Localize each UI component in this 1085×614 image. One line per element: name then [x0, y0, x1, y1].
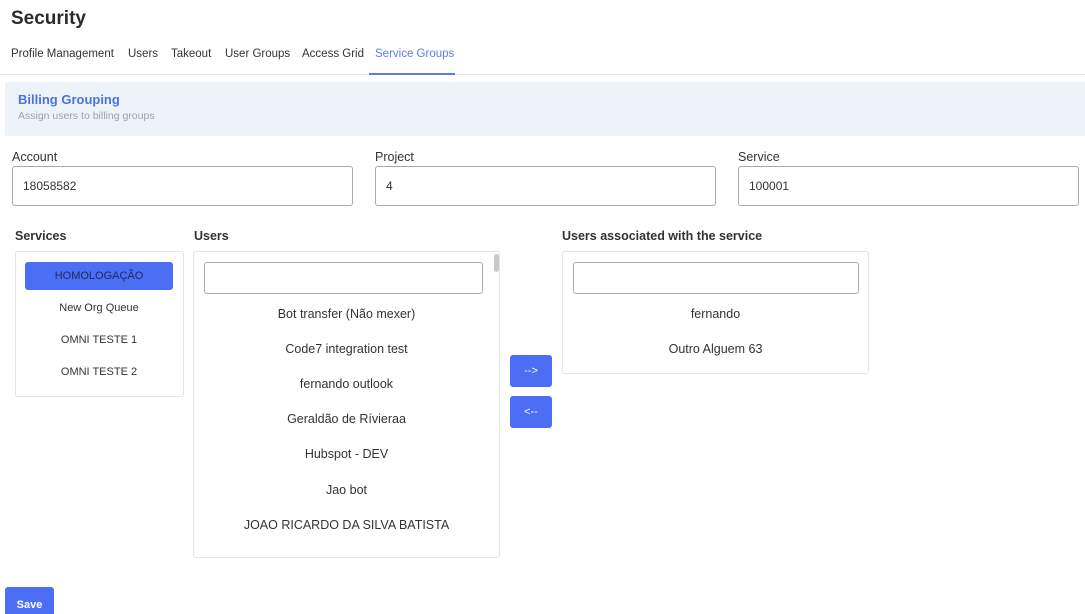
- project-field[interactable]: [375, 166, 716, 206]
- tab-takeout[interactable]: Takeout: [171, 48, 211, 60]
- page-title: Security: [11, 8, 86, 29]
- list-item[interactable]: fernando outlook: [194, 377, 499, 391]
- banner-title: Billing Grouping: [18, 92, 120, 107]
- associated-users-heading: Users associated with the service: [562, 229, 763, 243]
- account-label: Account: [12, 150, 58, 164]
- list-item[interactable]: Code7 integration test: [194, 342, 499, 356]
- service-item-homologacao[interactable]: HOMOLOGAÇÃO: [25, 262, 173, 290]
- services-list: HOMOLOGAÇÃO New Org Queue OMNI TESTE 1 O…: [15, 251, 184, 397]
- users-heading: Users: [194, 229, 229, 243]
- tab-profile-management[interactable]: Profile Management: [11, 48, 114, 60]
- remove-user-button[interactable]: <--: [510, 396, 552, 428]
- list-item[interactable]: Hubspot - DEV: [194, 447, 499, 461]
- service-item-omni-teste-1[interactable]: OMNI TESTE 1: [25, 326, 173, 354]
- list-item[interactable]: JOAO RICARDO DA SILVA BATISTA: [194, 518, 499, 532]
- service-field[interactable]: [738, 166, 1079, 206]
- associated-search-input[interactable]: [573, 262, 859, 294]
- account-field[interactable]: [12, 166, 353, 206]
- tab-service-groups[interactable]: Service Groups: [375, 48, 454, 60]
- service-item-new-org-queue[interactable]: New Org Queue: [25, 294, 173, 322]
- list-item[interactable]: Geraldão de Rívieraa: [194, 412, 499, 426]
- list-item[interactable]: fernando: [563, 307, 868, 321]
- list-item[interactable]: Jao bot: [194, 483, 499, 497]
- project-label: Project: [375, 150, 414, 164]
- service-item-omni-teste-2[interactable]: OMNI TESTE 2: [25, 358, 173, 386]
- banner-subtitle: Assign users to billing groups: [18, 110, 155, 122]
- tab-users[interactable]: Users: [128, 48, 158, 60]
- users-list[interactable]: Bot transfer (Não mexer) Code7 integrati…: [193, 251, 500, 558]
- services-heading: Services: [15, 229, 67, 243]
- save-button[interactable]: Save: [5, 587, 54, 614]
- add-user-button[interactable]: -->: [510, 355, 552, 387]
- users-search-input[interactable]: [204, 262, 483, 294]
- tab-user-groups[interactable]: User Groups: [225, 48, 290, 60]
- list-item[interactable]: Bot transfer (Não mexer): [194, 307, 499, 321]
- section-banner: Billing Grouping Assign users to billing…: [5, 82, 1085, 136]
- tab-bar: Profile Management Users Takeout User Gr…: [0, 40, 1085, 75]
- service-label: Service: [738, 150, 780, 164]
- active-tab-indicator: [369, 73, 455, 75]
- tab-access-grid[interactable]: Access Grid: [302, 48, 364, 60]
- list-item[interactable]: Outro Alguem 63: [563, 342, 868, 356]
- associated-users-list: fernando Outro Alguem 63: [562, 251, 869, 374]
- users-scrollbar[interactable]: [494, 254, 499, 272]
